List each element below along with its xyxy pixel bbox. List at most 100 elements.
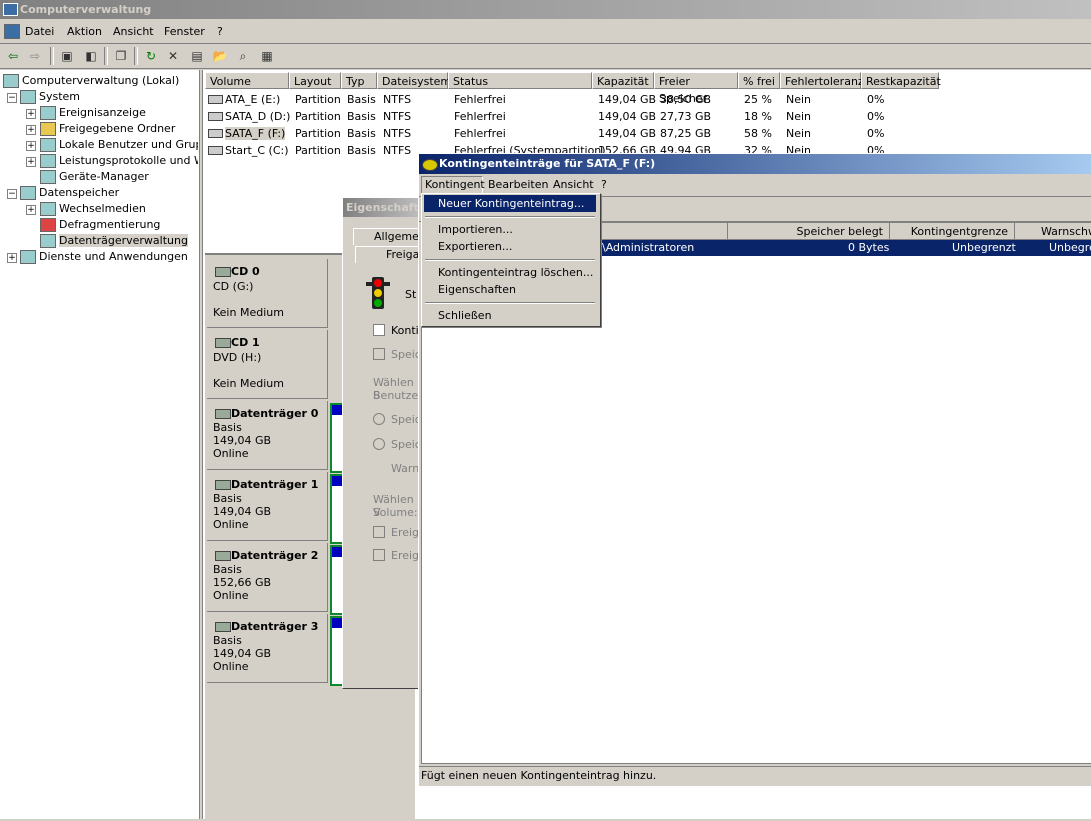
app-menu-icon[interactable] — [4, 24, 20, 39]
disk-label[interactable]: Datenträger 0 Basis 149,04 GB Online — [207, 401, 328, 470]
search-icon[interactable]: ⌕ — [234, 47, 252, 65]
tree-removable[interactable]: Wechselmedien — [40, 202, 146, 216]
disk-label[interactable]: Datenträger 2 Basis 152,66 GB Online — [207, 543, 328, 612]
col-warning[interactable]: Warnschwelle — [1015, 223, 1091, 240]
quota-menu-help[interactable]: ? — [601, 178, 607, 191]
tree-disk-mgmt[interactable]: Datenträgerverwaltung — [40, 234, 188, 248]
tree-event-viewer[interactable]: Ereignisanzeige — [40, 106, 146, 120]
warn-label: Warn — [391, 462, 420, 475]
volume-cell: 149,04 GB — [598, 110, 657, 123]
menu-properties[interactable]: Eigenschaften — [424, 281, 596, 298]
menu-close[interactable]: Schließen — [424, 307, 596, 324]
disk-label[interactable]: Datenträger 1 Basis 149,04 GB Online — [207, 472, 328, 541]
col-volume[interactable]: Volume — [205, 72, 289, 89]
limit-radio[interactable] — [373, 438, 385, 450]
show-tree-icon[interactable]: ◧ — [82, 47, 100, 65]
expand-shared-folders[interactable]: + — [26, 125, 36, 135]
collapse-storage[interactable]: − — [7, 189, 17, 199]
tree-shared-folders[interactable]: Freigegebene Ordner — [40, 122, 175, 136]
menu-new-quota-entry[interactable]: Neuer Kontingenteintrag... — [424, 195, 596, 212]
disk-info: 149,04 GB — [213, 647, 272, 660]
computer-management-icon — [3, 3, 18, 16]
performance-icon — [40, 154, 56, 168]
menu-export[interactable]: Exportieren... — [424, 238, 596, 255]
no-limit-radio[interactable] — [373, 413, 385, 425]
disk-label[interactable]: CD 0 CD (G:) Kein Medium — [207, 259, 328, 328]
tree-defrag-label: Defragmentierung — [59, 218, 161, 231]
col-filesystem[interactable]: Dateisystem — [377, 72, 451, 89]
col-fault-tol[interactable]: Fehlertoleranz — [780, 72, 864, 89]
expand-removable[interactable]: + — [26, 205, 36, 215]
quota-menu-kontingent[interactable]: Kontingent — [425, 178, 485, 191]
expand-services[interactable]: + — [7, 253, 17, 263]
storage-icon — [20, 186, 36, 200]
tree-defrag[interactable]: Defragmentierung — [40, 218, 160, 232]
col-limit[interactable]: Kontingentgrenze — [890, 223, 1015, 240]
tree-root[interactable]: Computerverwaltung (Lokal) — [3, 74, 179, 88]
refresh-icon[interactable]: ↻ — [142, 47, 160, 65]
enable-quota-label: Konti — [391, 324, 419, 337]
expand-perf-logs[interactable]: + — [26, 157, 36, 167]
col-layout[interactable]: Layout — [289, 72, 341, 89]
defrag-icon — [40, 218, 56, 232]
volume-cell: SATA_D (D:) — [225, 110, 291, 123]
device-manager-icon — [40, 170, 56, 184]
tree-device-manager-label: Geräte-Manager — [59, 170, 149, 183]
tree-services[interactable]: Dienste und Anwendungen — [20, 250, 188, 264]
quota-row-warn: Unbegrenzt — [1049, 241, 1091, 254]
menu-aktion[interactable]: Aktion — [67, 25, 102, 38]
deny-space-checkbox[interactable] — [373, 348, 385, 360]
tree-system[interactable]: System — [20, 90, 80, 104]
open-folder-icon[interactable]: 📂 — [211, 47, 229, 65]
disk-label[interactable]: Datenträger 3 Basis 149,04 GB Online — [207, 614, 328, 683]
back-icon[interactable]: ⇦ — [4, 47, 22, 65]
col-pct-free[interactable]: % frei — [738, 72, 780, 89]
tree-local-users[interactable]: Lokale Benutzer und Gruppen — [40, 138, 198, 152]
tree-storage[interactable]: Datenspeicher — [20, 186, 119, 200]
expand-local-users[interactable]: + — [26, 141, 36, 151]
removable-media-icon — [40, 202, 56, 216]
tree-perf-logs[interactable]: Leistungsprotokolle und Warnungen — [40, 154, 198, 168]
properties-icon[interactable]: ❐ — [112, 47, 130, 65]
menu-separator — [425, 302, 595, 304]
col-overhead[interactable]: Restkapazität — [861, 72, 941, 89]
log-warn-checkbox[interactable] — [373, 549, 385, 561]
toolbar-separator — [134, 47, 138, 65]
enable-quota-checkbox[interactable] — [373, 324, 385, 336]
check-icon[interactable]: ▤ — [188, 47, 206, 65]
col-status[interactable]: Status — [448, 72, 592, 89]
disk-label[interactable]: CD 1 DVD (H:) Kein Medium — [207, 330, 328, 399]
tree-device-manager[interactable]: Geräte-Manager — [40, 170, 149, 184]
volume-cell: 58 % — [744, 127, 772, 140]
menu-delete-quota-entry[interactable]: Kontingenteintrag löschen... — [424, 264, 596, 281]
menu-datei[interactable]: Datei — [25, 25, 54, 38]
col-used[interactable]: Speicher belegt — [728, 223, 890, 240]
drive-icon[interactable]: ▦ — [258, 47, 276, 65]
quota-window-title: Kontingenteinträge für SATA_F (F:) — [439, 157, 656, 170]
delete-icon[interactable]: ✕ — [164, 47, 182, 65]
services-icon — [20, 250, 36, 264]
up-folder-icon[interactable]: ▣ — [58, 47, 76, 65]
menu-import[interactable]: Importieren... — [424, 221, 596, 238]
quota-icon — [422, 159, 438, 171]
menu-fenster[interactable]: Fenster — [164, 25, 205, 38]
quota-menu-bearbeiten[interactable]: Bearbeiten — [488, 178, 548, 191]
menu-ansicht[interactable]: Ansicht — [113, 25, 154, 38]
disk-info: DVD (H:) — [213, 351, 262, 364]
collapse-system[interactable]: − — [7, 93, 17, 103]
volume-cell: Partition — [295, 110, 341, 123]
col-capacity[interactable]: Kapazität — [592, 72, 654, 89]
tree-removable-label: Wechselmedien — [59, 202, 146, 215]
volume-cell: 0% — [867, 110, 885, 123]
volume-cell: Start_C (C:) — [225, 144, 289, 157]
menu-help[interactable]: ? — [217, 25, 223, 38]
disk-info: 152,66 GB — [213, 576, 272, 589]
shared-folder-icon — [40, 122, 56, 136]
col-type[interactable]: Typ — [341, 72, 377, 89]
log-limit-checkbox[interactable] — [373, 526, 385, 538]
forward-icon[interactable]: ⇨ — [26, 47, 44, 65]
quota-menu-ansicht[interactable]: Ansicht — [553, 178, 594, 191]
expand-event-viewer[interactable]: + — [26, 109, 36, 119]
volume-cell: Basis — [347, 93, 376, 106]
col-free[interactable]: Freier Speicher — [654, 72, 738, 105]
